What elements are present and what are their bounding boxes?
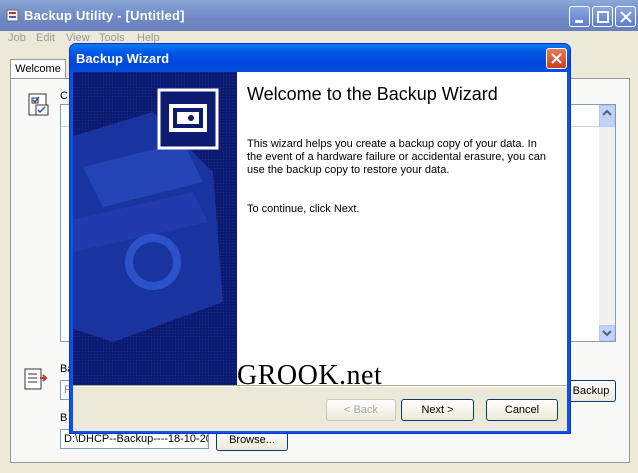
wizard-description: This wizard helps you create a backup co… bbox=[247, 138, 547, 176]
backup-media-label: B bbox=[60, 412, 68, 424]
main-window-title: Backup Utility - [Untitled] bbox=[24, 8, 185, 23]
close-button[interactable] bbox=[615, 6, 636, 27]
wizard-continue-text: To continue, click Next. bbox=[247, 203, 360, 215]
close-icon bbox=[620, 11, 632, 23]
minimize-icon bbox=[575, 20, 583, 23]
scroll-down-button[interactable] bbox=[599, 325, 615, 341]
watermark-text: GROOK.net bbox=[237, 360, 383, 391]
maximize-icon bbox=[597, 11, 609, 23]
backup-destination-icon bbox=[24, 368, 48, 390]
cancel-button[interactable]: Cancel bbox=[486, 399, 558, 421]
tab-welcome[interactable]: Welcome bbox=[10, 59, 66, 79]
next-button[interactable]: Next > bbox=[401, 399, 474, 421]
chevron-down-icon bbox=[602, 330, 612, 337]
list-scrollbar[interactable] bbox=[599, 105, 615, 341]
wizard-heading: Welcome to the Backup Wizard bbox=[247, 84, 498, 104]
main-titlebar: Backup Utility - [Untitled] bbox=[0, 0, 638, 31]
menu-job[interactable]: Job bbox=[8, 32, 26, 44]
wizard-close-button[interactable] bbox=[546, 48, 567, 69]
backup-wallet-illustration bbox=[73, 72, 237, 385]
wizard-title: Backup Wizard bbox=[76, 51, 170, 66]
menu-edit[interactable]: Edit bbox=[36, 32, 55, 44]
wizard-titlebar: Backup Wizard bbox=[70, 44, 570, 72]
back-button[interactable]: < Back bbox=[326, 399, 396, 421]
maximize-button[interactable] bbox=[592, 6, 613, 27]
wizard-side-art bbox=[73, 72, 237, 385]
checklist-icon bbox=[28, 93, 49, 116]
start-backup-button[interactable]: Backup bbox=[566, 380, 616, 402]
wizard-content: Welcome to the Backup Wizard This wizard… bbox=[237, 72, 567, 385]
backup-items-label: C bbox=[60, 90, 68, 102]
backup-app-icon bbox=[6, 9, 19, 22]
scroll-thumb[interactable] bbox=[599, 117, 615, 127]
minimize-button[interactable] bbox=[569, 6, 590, 27]
close-icon bbox=[551, 53, 562, 64]
